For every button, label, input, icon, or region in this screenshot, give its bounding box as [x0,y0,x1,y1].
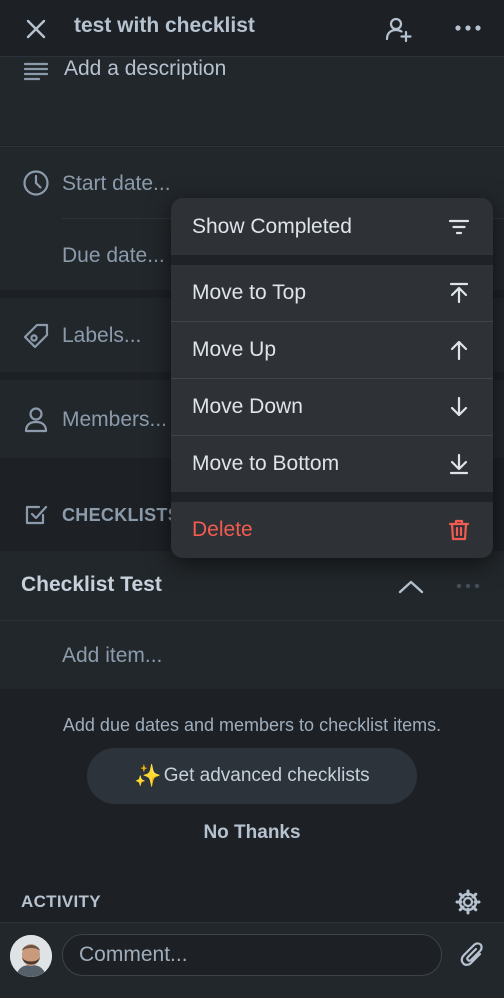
promo-message: Add due dates and members to checklist i… [62,715,442,735]
menu-show-completed[interactable]: Show Completed [171,198,493,255]
menu-group-gap [171,255,493,265]
more-options-icon[interactable] [455,24,481,32]
checkbox-icon [24,503,48,527]
add-item-field[interactable]: Add item... [62,644,162,668]
labels-placeholder: Labels... [62,324,142,347]
checklist-divider [0,620,504,621]
menu-move-to-bottom[interactable]: Move to Bottom [171,436,493,492]
checklist-card: Checklist Test Add item... [0,551,504,689]
menu-delete-label: Delete [192,518,253,541]
menu-move-to-bottom-label: Move to Bottom [192,452,340,475]
member-icon [22,405,50,433]
menu-move-down-label: Move Down [192,395,303,418]
collapse-chevron-icon[interactable] [398,579,424,595]
advanced-checklists-button[interactable]: ✨ Get advanced checklists [87,748,417,804]
trash-icon [447,518,471,542]
menu-delete[interactable]: Delete [171,502,493,558]
activity-settings-gear-icon[interactable] [455,889,481,915]
attachment-paperclip-icon[interactable] [460,942,486,970]
arrow-to-top-icon [447,281,471,305]
checklists-label: CHECKLISTS [62,505,181,525]
start-date-field[interactable]: Start date... [62,172,171,196]
arrow-to-bottom-icon [447,452,471,476]
arrow-down-icon [447,395,471,419]
menu-move-down[interactable]: Move Down [171,379,493,435]
description-section[interactable]: Add a description [0,57,504,145]
card-header: test with checklist [0,0,504,57]
sparkles-icon: ✨ [134,763,162,788]
filter-icon [447,215,471,239]
card-title: test with checklist [74,14,255,37]
description-icon [24,61,48,81]
menu-group-gap [171,492,493,502]
checklist-more-icon[interactable] [456,583,480,589]
checklist-context-menu: Show Completed Move to Top Move Up Move … [171,198,493,558]
checklist-title[interactable]: Checklist Test [21,573,162,597]
menu-show-completed-label: Show Completed [192,214,352,238]
no-thanks-button[interactable]: No Thanks [0,822,504,844]
menu-move-to-top[interactable]: Move to Top [171,265,493,321]
members-placeholder: Members... [62,408,168,431]
close-icon[interactable] [24,17,48,41]
menu-move-up-label: Move Up [192,338,277,361]
menu-move-to-top-label: Move to Top [192,281,307,304]
advanced-checklists-label: Get advanced checklists [163,765,370,786]
add-member-icon[interactable] [384,15,412,43]
menu-move-up[interactable]: Move Up [171,322,493,378]
comment-input[interactable]: Comment... [62,934,442,976]
user-avatar[interactable] [10,935,52,977]
activity-label: ACTIVITY [21,892,101,911]
description-placeholder: Add a description [64,57,227,80]
label-tag-icon [22,322,50,350]
arrow-up-icon [447,338,471,362]
clock-icon [22,169,50,197]
due-date-field[interactable]: Due date... [62,244,165,268]
